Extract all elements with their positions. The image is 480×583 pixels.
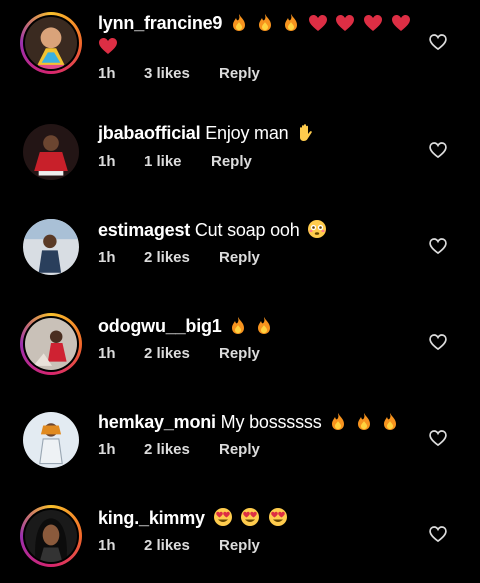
comment-line: king._kimmy [98,507,418,530]
timestamp: 1h [98,153,116,170]
like-heart-icon[interactable] [428,428,448,448]
fire-icon [284,14,297,31]
fire-icon [233,14,246,31]
avatar-image-icon [25,318,77,370]
fire-icon [358,413,371,430]
waving-hand-icon [300,124,313,141]
red-heart-icon [336,15,355,31]
likes-count[interactable]: 2 likes [144,345,190,362]
avatar[interactable] [20,409,82,471]
comment-text: My bossssss [220,412,322,432]
like-heart-icon[interactable] [428,524,448,544]
likes-count[interactable]: 1 like [144,153,182,170]
reply-button[interactable]: Reply [219,249,260,266]
comment-line: hemkay_moni My bossssss [98,411,418,434]
reply-button[interactable]: Reply [219,537,260,554]
like-heart-icon[interactable] [428,140,448,160]
fire-icon [258,317,271,334]
avatar-image-icon [23,124,79,180]
reply-button[interactable]: Reply [219,441,260,458]
fire-icon [258,14,271,31]
avatar[interactable] [20,505,82,567]
timestamp: 1h [98,249,116,266]
red-heart-icon [308,15,327,31]
red-heart-icon [99,38,117,54]
red-heart-icon [391,15,410,31]
like-heart-icon[interactable] [428,236,448,256]
likes-count[interactable]: 2 likes [144,537,190,554]
username[interactable]: jbabaofficial [98,123,201,143]
timestamp: 1h [98,345,116,362]
avatar-image-icon [25,510,77,562]
avatar[interactable] [20,313,82,375]
avatar-image-icon [23,219,79,275]
flushed-face-icon [308,220,327,238]
heart-eyes-face-icon [269,508,288,526]
likes-count[interactable]: 3 likes [144,65,190,82]
timestamp: 1h [98,537,116,554]
fire-icon [332,413,345,430]
red-heart-icon [364,15,383,31]
heart-eyes-face-icon [241,508,260,526]
reply-button[interactable]: Reply [219,345,260,362]
likes-count[interactable]: 2 likes [144,249,190,266]
heart-eyes-face-icon [213,508,232,526]
reply-button[interactable]: Reply [211,153,252,170]
username[interactable]: lynn_francine9 [98,13,222,33]
fire-icon [383,413,396,430]
reply-button[interactable]: Reply [219,65,260,82]
username[interactable]: odogwu__big1 [98,316,222,336]
avatar[interactable] [20,12,82,74]
like-heart-icon[interactable] [428,332,448,352]
comment-line: odogwu__big1 [98,315,418,338]
avatar[interactable] [20,121,82,183]
timestamp: 1h [98,65,116,82]
likes-count[interactable]: 2 likes [144,441,190,458]
avatar-image-icon [25,17,77,69]
comment-line: lynn_francine9 [98,12,418,58]
like-heart-icon[interactable] [428,32,448,52]
username[interactable]: hemkay_moni [98,412,216,432]
avatar-image-icon [23,412,79,468]
avatar[interactable] [20,216,82,278]
comment-text: Enjoy man [205,123,289,143]
username[interactable]: estimagest [98,220,190,240]
comment-text: Cut soap ooh [194,220,300,240]
comment-line: jbabaofficial Enjoy man [98,122,418,145]
comment-line: estimagest Cut soap ooh [98,219,418,242]
username[interactable]: king._kimmy [98,508,205,528]
timestamp: 1h [98,441,116,458]
fire-icon [232,317,245,334]
